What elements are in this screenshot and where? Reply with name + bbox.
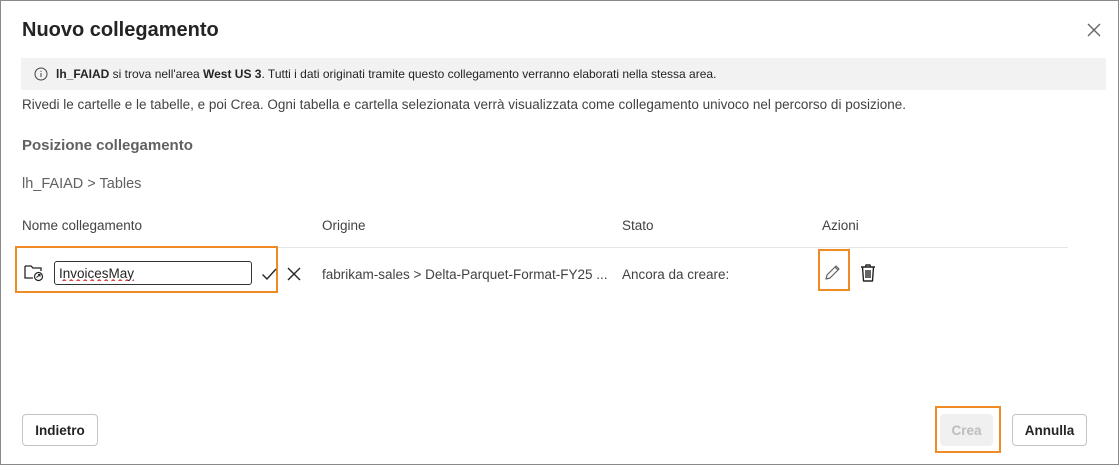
cancel-button[interactable]: Annulla — [1012, 414, 1087, 446]
column-header-status: Stato — [622, 218, 654, 233]
location-breadcrumb: lh_FAIAD > Tables — [22, 176, 142, 192]
info-banner: lh_FAIAD si trova nell'area West US 3. T… — [21, 58, 1106, 90]
pencil-icon[interactable] — [823, 264, 841, 282]
lakehouse-name: lh_FAIAD — [56, 67, 110, 81]
origin-cell: fabrikam-sales > Delta-Parquet-Format-FY… — [322, 267, 608, 282]
info-text-1: si trova nell'area — [109, 67, 204, 81]
column-header-origin: Origine — [322, 218, 366, 233]
dialog-title: Nuovo collegamento — [22, 19, 219, 41]
checkmark-icon[interactable] — [261, 266, 277, 282]
column-header-actions: Azioni — [822, 218, 859, 233]
trash-icon[interactable] — [859, 263, 877, 283]
region-name: West US 3 — [203, 67, 262, 81]
info-icon — [34, 67, 48, 81]
info-text-2: . Tutti i dati originati tramite questo … — [261, 67, 717, 81]
close-icon[interactable] — [1086, 22, 1102, 38]
info-banner-text: lh_FAIAD si trova nell'area West US 3. T… — [56, 67, 716, 81]
back-button[interactable]: Indietro — [22, 414, 98, 446]
create-button[interactable]: Crea — [940, 414, 993, 446]
status-cell: Ancora da creare: — [622, 267, 730, 282]
folder-link-icon — [24, 265, 44, 282]
new-shortcut-dialog: Nuovo collegamento lh_FAIAD si trova nel… — [0, 0, 1119, 465]
shortcut-name-input[interactable] — [54, 261, 252, 285]
location-title: Posizione collegamento — [22, 137, 193, 154]
dialog-description: Rivedi le cartelle e le tabelle, e poi C… — [22, 97, 906, 112]
column-header-name: Nome collegamento — [22, 218, 143, 233]
dismiss-icon[interactable] — [287, 267, 301, 281]
